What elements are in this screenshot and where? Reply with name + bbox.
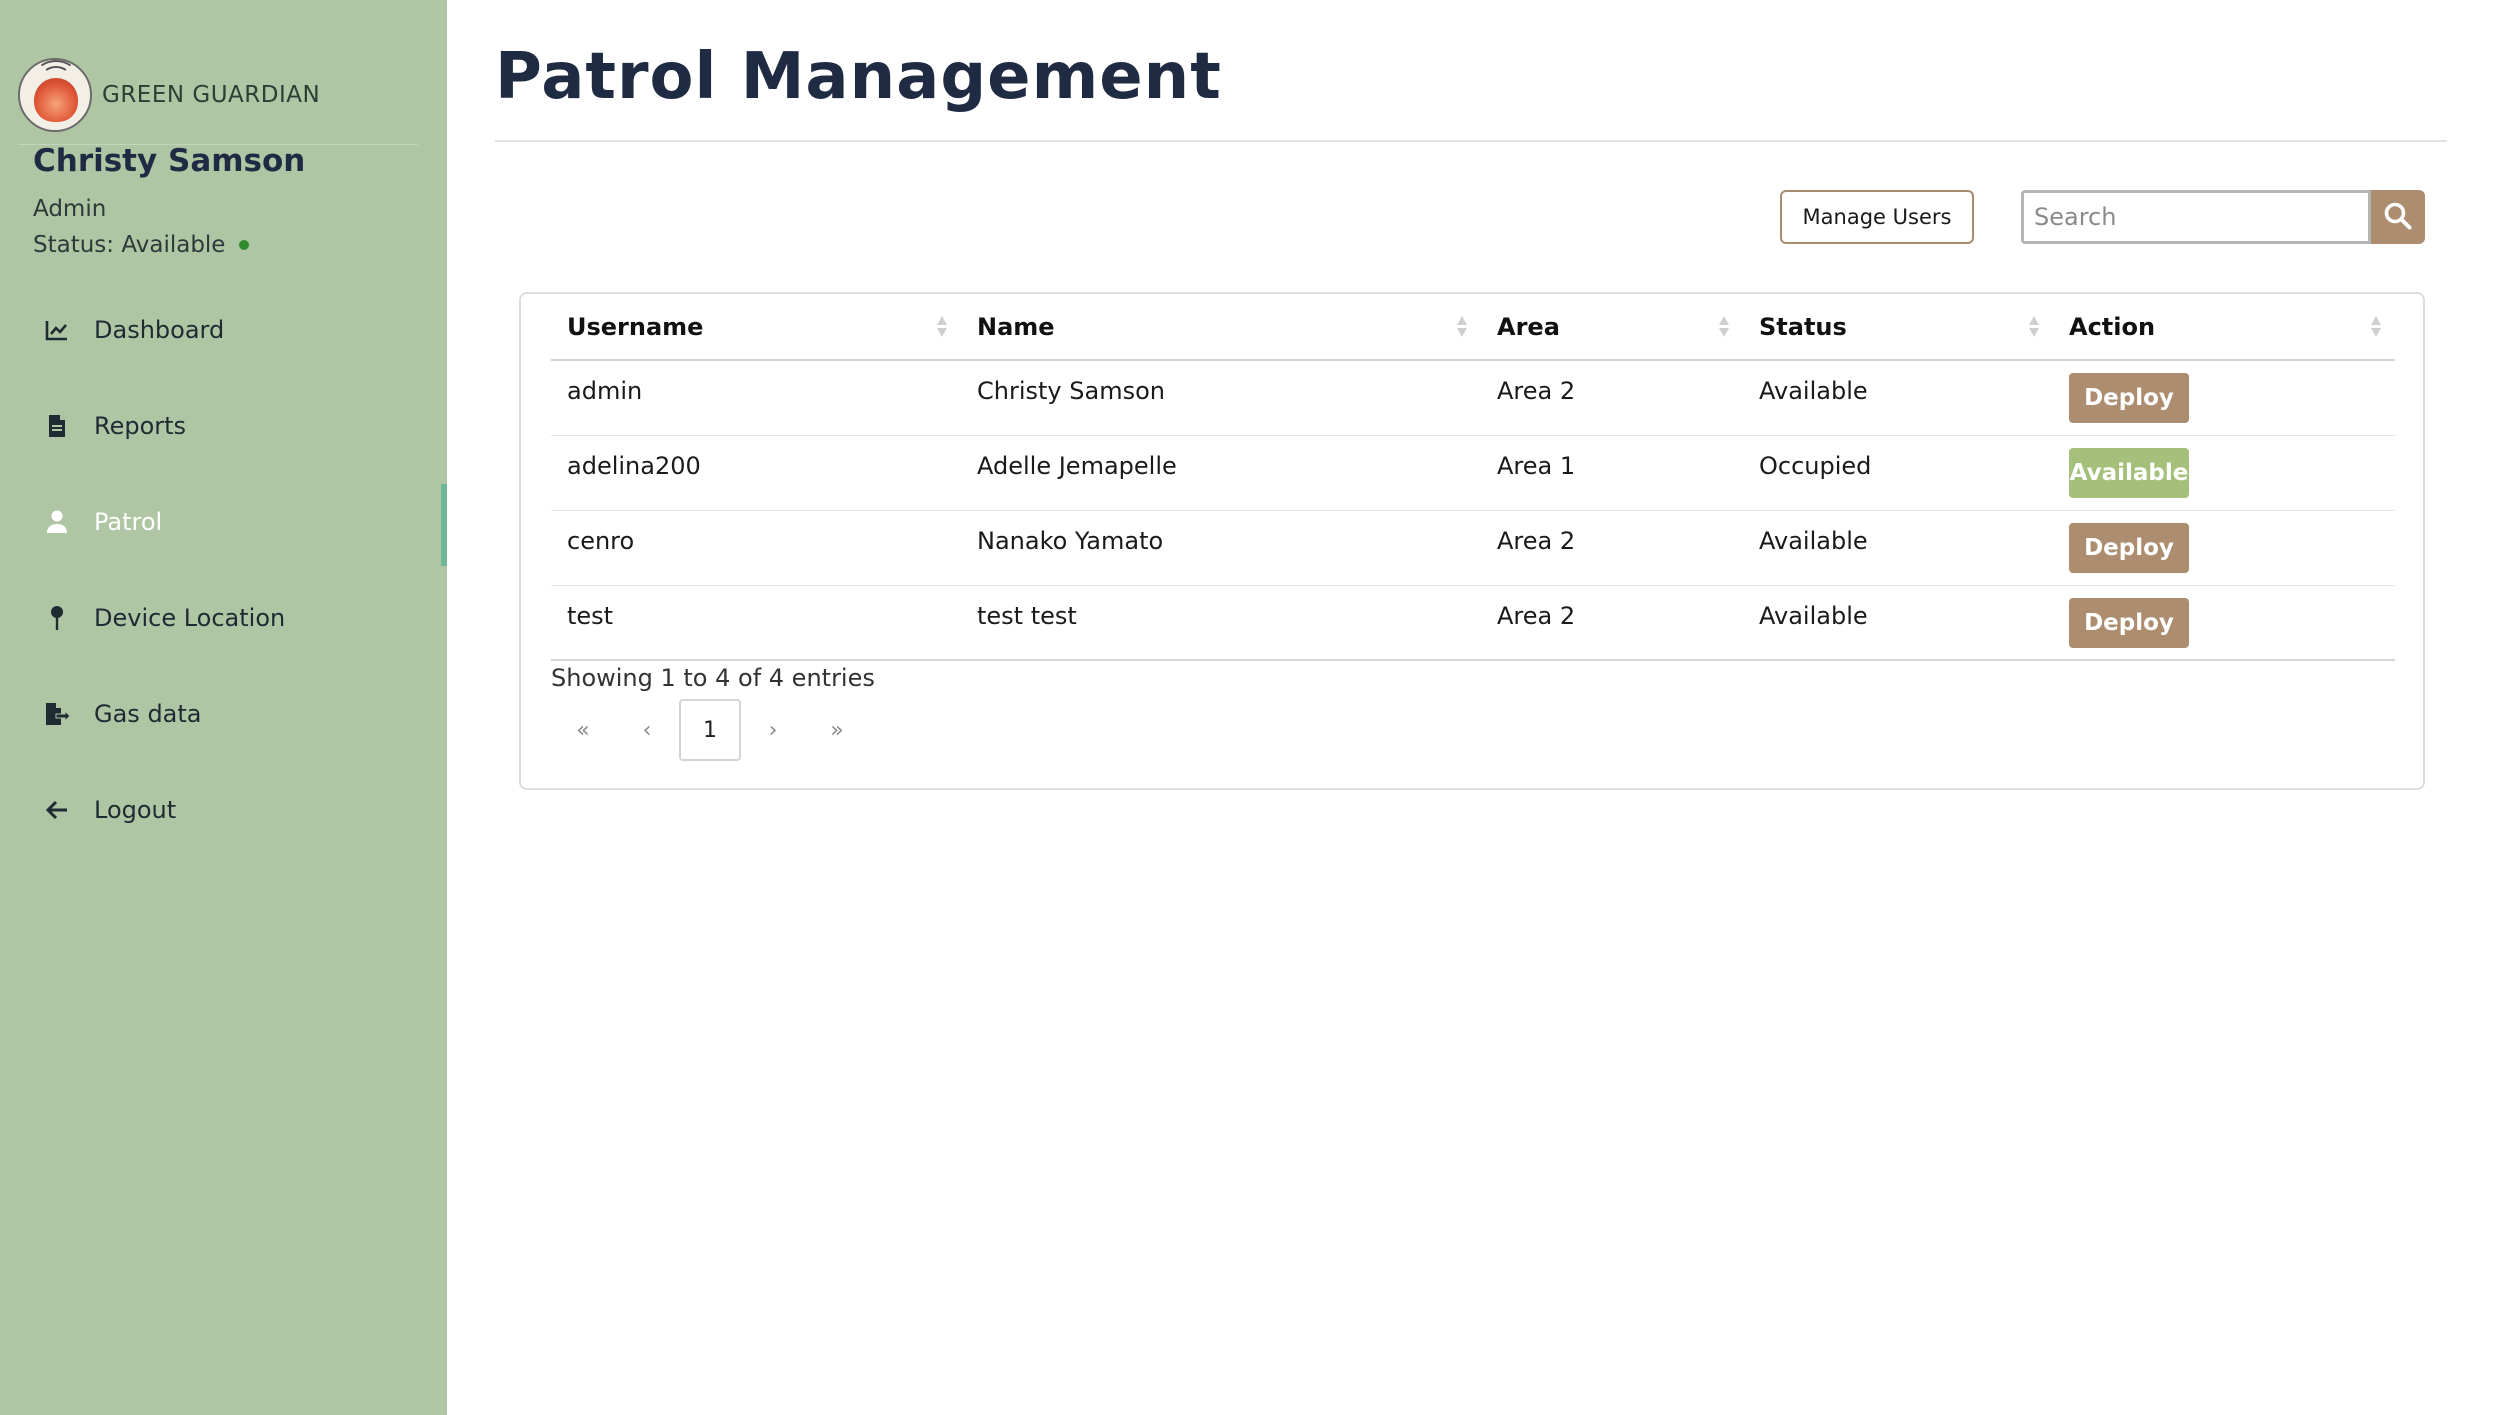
search-input[interactable]: [2021, 190, 2371, 244]
cell-action: Available: [2053, 435, 2395, 511]
cell-status: Available: [1743, 510, 2053, 586]
search-button[interactable]: [2371, 190, 2425, 244]
table-header-row: Username Name Area Status Action: [551, 294, 2395, 361]
sidebar-item-label: Reports: [94, 412, 187, 440]
cell-username: cenro: [551, 510, 961, 586]
user-status-text: Status: Available: [33, 232, 226, 258]
column-header-action[interactable]: Action: [2053, 294, 2395, 361]
pagination-prev-button[interactable]: ‹: [615, 699, 679, 761]
cell-name: Nanako Yamato: [961, 510, 1481, 586]
deploy-button[interactable]: Deploy: [2069, 373, 2189, 423]
table-row: test test test Area 2 Available Deploy: [551, 585, 2395, 661]
patrol-table: Username Name Area Status Action admin C…: [551, 294, 2395, 661]
sidebar-item-label: Gas data: [94, 700, 202, 728]
search-icon: [2383, 201, 2413, 234]
sort-icon: [1457, 316, 1467, 338]
sort-icon: [1719, 316, 1729, 338]
sidebar-item-device-location[interactable]: Device Location: [0, 570, 447, 666]
user-icon: [44, 509, 70, 535]
status-dot-icon: [239, 240, 250, 250]
sidebar-nav: Dashboard Reports Patrol Device Location…: [0, 282, 447, 858]
deploy-button[interactable]: Deploy: [2069, 597, 2189, 648]
pagination-first-button[interactable]: «: [551, 699, 615, 761]
cell-name: test test: [961, 585, 1481, 661]
table-row: adelina200 Adelle Jemapelle Area 1 Occup…: [551, 435, 2395, 511]
column-header-username[interactable]: Username: [551, 294, 961, 361]
cell-area: Area 2: [1481, 360, 1743, 436]
document-icon: [44, 413, 70, 439]
sort-icon: [2029, 316, 2039, 338]
pagination: « ‹ 1 › »: [551, 699, 869, 761]
table-row: admin Christy Samson Area 2 Available De…: [551, 360, 2395, 436]
sidebar-item-gas-data[interactable]: Gas data: [0, 666, 447, 762]
sidebar-item-reports[interactable]: Reports: [0, 378, 447, 474]
column-header-name[interactable]: Name: [961, 294, 1481, 361]
sidebar-item-label: Device Location: [94, 604, 286, 632]
manage-users-button[interactable]: Manage Users: [1780, 190, 1974, 244]
cell-username: test: [551, 585, 961, 661]
column-header-status[interactable]: Status: [1743, 294, 2053, 361]
brand[interactable]: GREEN GUARDIAN: [18, 45, 418, 145]
sidebar-item-patrol[interactable]: Patrol: [0, 474, 447, 570]
cell-status: Available: [1743, 360, 2053, 436]
pagination-last-button[interactable]: »: [805, 699, 869, 761]
page-title: Patrol Management: [495, 40, 1222, 114]
pagination-next-button[interactable]: ›: [741, 699, 805, 761]
cell-area: Area 2: [1481, 510, 1743, 586]
main-content: Patrol Management Manage Users Username …: [447, 0, 2493, 1415]
cell-area: Area 2: [1481, 585, 1743, 661]
cell-action: Deploy: [2053, 510, 2395, 586]
patrol-table-card: Username Name Area Status Action admin C…: [519, 292, 2425, 790]
search-group: [2021, 190, 2425, 244]
user-status: Status: Available: [33, 232, 250, 258]
user-name: Christy Samson: [33, 143, 306, 179]
pin-icon: [44, 605, 70, 631]
cell-username: admin: [551, 360, 961, 436]
cell-area: Area 1: [1481, 435, 1743, 511]
cell-name: Christy Samson: [961, 360, 1481, 436]
column-header-area[interactable]: Area: [1481, 294, 1743, 361]
cell-name: Adelle Jemapelle: [961, 435, 1481, 511]
sort-icon: [937, 316, 947, 338]
title-divider: [495, 140, 2447, 142]
cell-status: Occupied: [1743, 435, 2053, 511]
sidebar-item-dashboard[interactable]: Dashboard: [0, 282, 447, 378]
cell-action: Deploy: [2053, 585, 2395, 661]
table-info: Showing 1 to 4 of 4 entries: [551, 664, 875, 692]
sort-icon: [2371, 316, 2381, 338]
user-role: Admin: [33, 196, 107, 222]
cell-action: Deploy: [2053, 360, 2395, 436]
table-row: cenro Nanako Yamato Area 2 Available Dep…: [551, 510, 2395, 586]
fire-logo-icon: [18, 57, 92, 132]
sidebar-item-logout[interactable]: Logout: [0, 762, 447, 858]
file-export-icon: [44, 701, 70, 727]
chart-icon: [44, 317, 70, 343]
arrow-left-icon: [44, 797, 70, 823]
available-button[interactable]: Available: [2069, 447, 2189, 498]
sidebar: GREEN GUARDIAN Christy Samson Admin Stat…: [0, 0, 447, 1415]
sidebar-item-label: Logout: [94, 796, 177, 824]
pagination-page-button[interactable]: 1: [679, 699, 741, 761]
sidebar-item-label: Dashboard: [94, 316, 225, 344]
cell-status: Available: [1743, 585, 2053, 661]
cell-username: adelina200: [551, 435, 961, 511]
brand-name: GREEN GUARDIAN: [102, 81, 321, 108]
sidebar-item-label: Patrol: [94, 508, 163, 536]
deploy-button[interactable]: Deploy: [2069, 522, 2189, 573]
